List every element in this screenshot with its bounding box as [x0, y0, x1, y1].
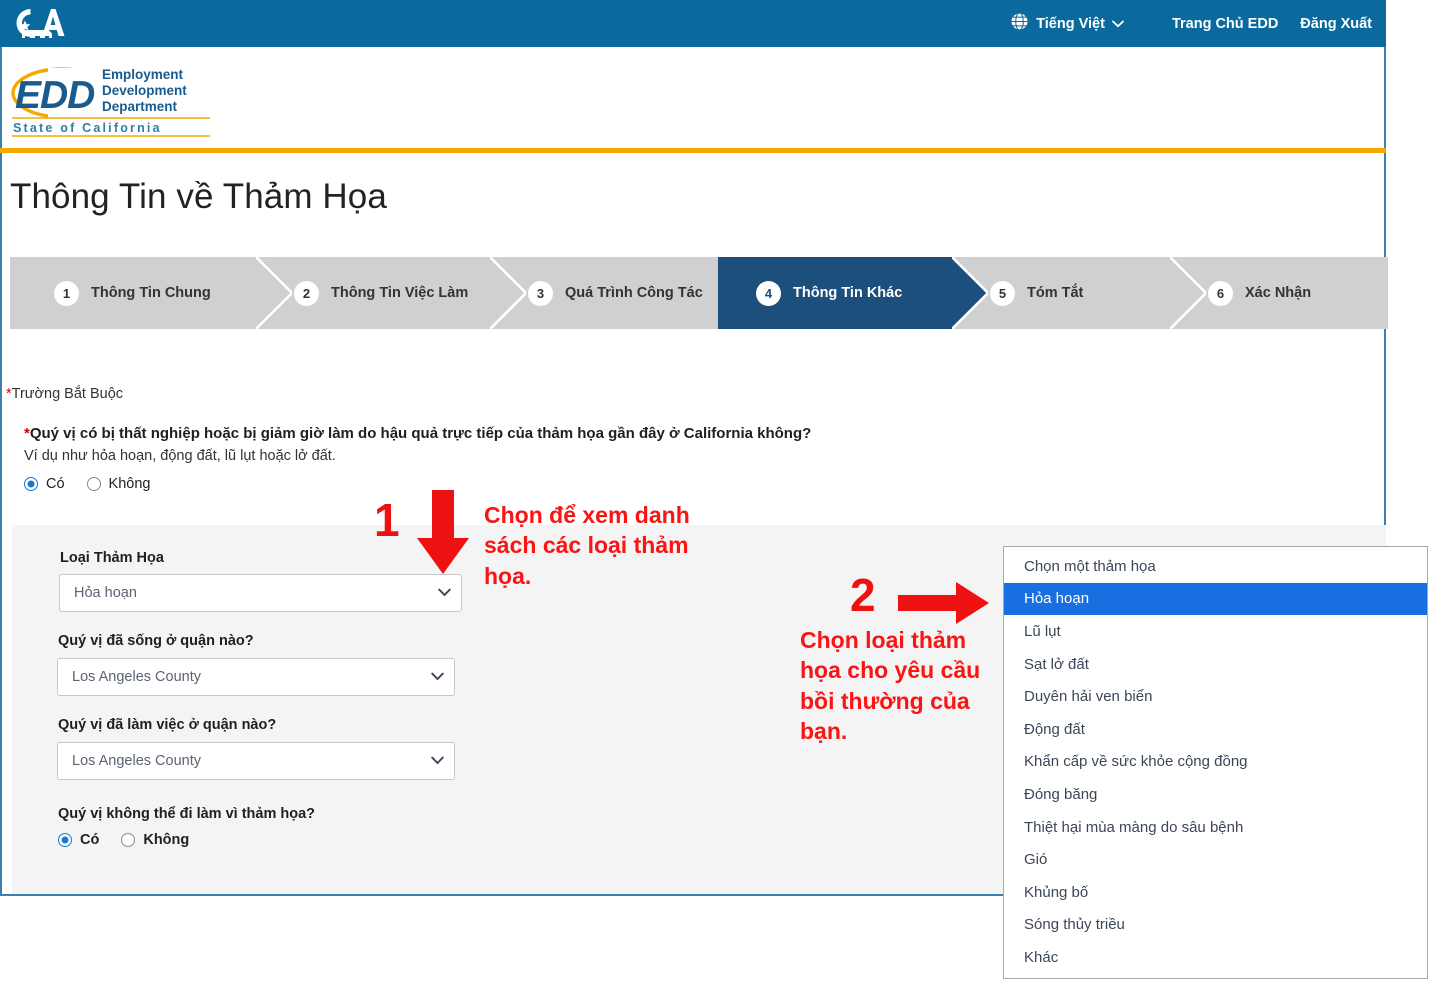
dropdown-option[interactable]: Thiệt hại mùa màng do sâu bệnh: [1004, 811, 1427, 844]
disaster-type-dropdown-list[interactable]: Chọn một thảm họa Hỏa hoạn Lũ lụt Sạt lở…: [1003, 546, 1428, 979]
step-4-thong-tin-khac[interactable]: 4 Thông Tin Khác: [718, 257, 952, 329]
annotation-1-down-arrow-icon: [415, 490, 471, 581]
annotation-2-text: Chọn loại thảm họa cho yêu cầu bồi thườn…: [800, 625, 990, 746]
question-2-radio-group: Có Không: [58, 832, 189, 848]
svg-text:Development: Development: [102, 83, 187, 98]
annotation-1-number: 1: [374, 497, 400, 543]
step-label: Thông Tin Chung: [91, 285, 211, 301]
edd-brand-header: EDD Employment Development Department St…: [0, 47, 1386, 148]
question-1-block: *Quý vị có bị thất nghiệp hoặc bị giảm g…: [24, 425, 811, 492]
worked-county-value: Los Angeles County: [72, 753, 431, 769]
dropdown-option[interactable]: Khẩn cấp về sức khỏe cộng đồng: [1004, 746, 1427, 779]
lived-county-select[interactable]: Los Angeles County: [57, 658, 455, 696]
radio-label-yes: Có: [80, 832, 99, 848]
step-1-thong-tin-chung[interactable]: 1 Thông Tin Chung: [10, 257, 256, 329]
question-2-radio-yes[interactable]: Có: [58, 832, 99, 848]
svg-text:State of California: State of California: [13, 121, 162, 135]
dropdown-option[interactable]: Khủng bố: [1004, 876, 1427, 909]
disaster-type-select[interactable]: Hỏa hoạn: [59, 574, 462, 612]
globe-icon: [1010, 12, 1029, 35]
top-utility-bar: Tiếng Việt Trang Chủ EDD Đăng Xuất: [0, 0, 1386, 47]
step-chevron-icon: [256, 257, 292, 329]
radio-selected-icon: [24, 477, 38, 491]
step-chevron-icon: [1170, 257, 1206, 329]
question-1-label: *Quý vị có bị thất nghiệp hoặc bị giảm g…: [24, 425, 811, 442]
edd-home-link[interactable]: Trang Chủ EDD: [1172, 16, 1278, 32]
dropdown-option[interactable]: Khác: [1004, 941, 1427, 974]
step-label: Quá Trình Công Tác: [565, 285, 703, 301]
step-chevron-icon: [952, 257, 988, 329]
radio-label-yes: Có: [46, 476, 65, 492]
radio-label-no: Không: [143, 832, 189, 848]
annotation-2-right-arrow-icon: [898, 582, 990, 629]
language-label: Tiếng Việt: [1036, 16, 1105, 32]
annotation-1-text: Chọn để xem danh sách các loại thảm họa.: [484, 500, 714, 591]
question-1-hint: Ví dụ như hỏa hoạn, động đất, lũ lụt hoặ…: [24, 448, 811, 464]
step-number: 3: [528, 281, 553, 306]
question-2-radio-no[interactable]: Không: [121, 832, 189, 848]
required-note-label: Trường Bắt Buộc: [12, 386, 123, 402]
radio-unselected-icon: [121, 833, 135, 847]
language-selector[interactable]: Tiếng Việt: [1010, 12, 1124, 35]
disaster-type-value: Hỏa hoạn: [74, 585, 438, 601]
question-1-radio-no[interactable]: Không: [87, 476, 151, 492]
question-1-radio-yes[interactable]: Có: [24, 476, 65, 492]
radio-unselected-icon: [87, 477, 101, 491]
step-label: Thông Tin Việc Làm: [331, 285, 468, 301]
step-label: Thông Tin Khác: [793, 285, 902, 301]
step-number: 6: [1208, 281, 1233, 306]
logout-link[interactable]: Đăng Xuất: [1300, 16, 1372, 32]
page-root: Tiếng Việt Trang Chủ EDD Đăng Xuất EDD E: [0, 0, 1430, 988]
chevron-down-icon: [1112, 16, 1124, 32]
chevron-down-icon: [431, 669, 444, 685]
disaster-type-label: Loại Thảm Họa: [60, 550, 164, 566]
dropdown-option[interactable]: Lũ lụt: [1004, 615, 1427, 648]
lived-county-value: Los Angeles County: [72, 669, 431, 685]
dropdown-option[interactable]: Đóng băng: [1004, 778, 1427, 811]
chevron-down-icon: [438, 585, 451, 601]
dropdown-option[interactable]: Gió: [1004, 843, 1427, 876]
topbar-right-group: Tiếng Việt Trang Chủ EDD Đăng Xuất: [1010, 0, 1386, 47]
step-number: 2: [294, 281, 319, 306]
step-chevron-icon: [490, 257, 526, 329]
svg-text:Department: Department: [102, 99, 178, 114]
worked-county-select[interactable]: Los Angeles County: [57, 742, 455, 780]
step-label: Xác Nhận: [1245, 285, 1311, 301]
question-2-label: Quý vị không thể đi làm vì thảm họa?: [58, 806, 315, 822]
step-number: 5: [990, 281, 1015, 306]
edd-logo[interactable]: EDD Employment Development Department St…: [10, 58, 215, 138]
step-number: 4: [756, 281, 781, 306]
radio-selected-icon: [58, 833, 72, 847]
page-title: Thông Tin về Thảm Họa: [10, 177, 387, 217]
svg-text:Employment: Employment: [102, 67, 184, 82]
worked-county-label: Quý vị đã làm việc ở quận nào?: [58, 717, 276, 733]
dropdown-option[interactable]: Sóng thủy triều: [1004, 909, 1427, 942]
step-label: Tóm Tắt: [1027, 285, 1083, 301]
radio-label-no: Không: [109, 476, 151, 492]
california-state-logo[interactable]: [6, 2, 68, 46]
step-progress-bar: 1 Thông Tin Chung 2 Thông Tin Việc Làm: [10, 257, 1388, 329]
step-number: 1: [54, 281, 79, 306]
required-field-note: *Trường Bắt Buộc: [6, 386, 123, 402]
dropdown-option[interactable]: Chọn một thảm họa: [1004, 550, 1427, 583]
chevron-down-icon: [431, 753, 444, 769]
dropdown-option[interactable]: Duyên hải ven biển: [1004, 680, 1427, 713]
dropdown-option[interactable]: Động đất: [1004, 713, 1427, 746]
svg-text:EDD: EDD: [15, 74, 95, 117]
lived-county-label: Quý vị đã sống ở quận nào?: [58, 633, 254, 649]
dropdown-option[interactable]: Sạt lở đất: [1004, 648, 1427, 681]
question-1-text: Quý vị có bị thất nghiệp hoặc bị giảm gi…: [30, 425, 811, 442]
dropdown-option-selected[interactable]: Hỏa hoạn: [1004, 583, 1427, 616]
annotation-2-number: 2: [850, 572, 876, 618]
